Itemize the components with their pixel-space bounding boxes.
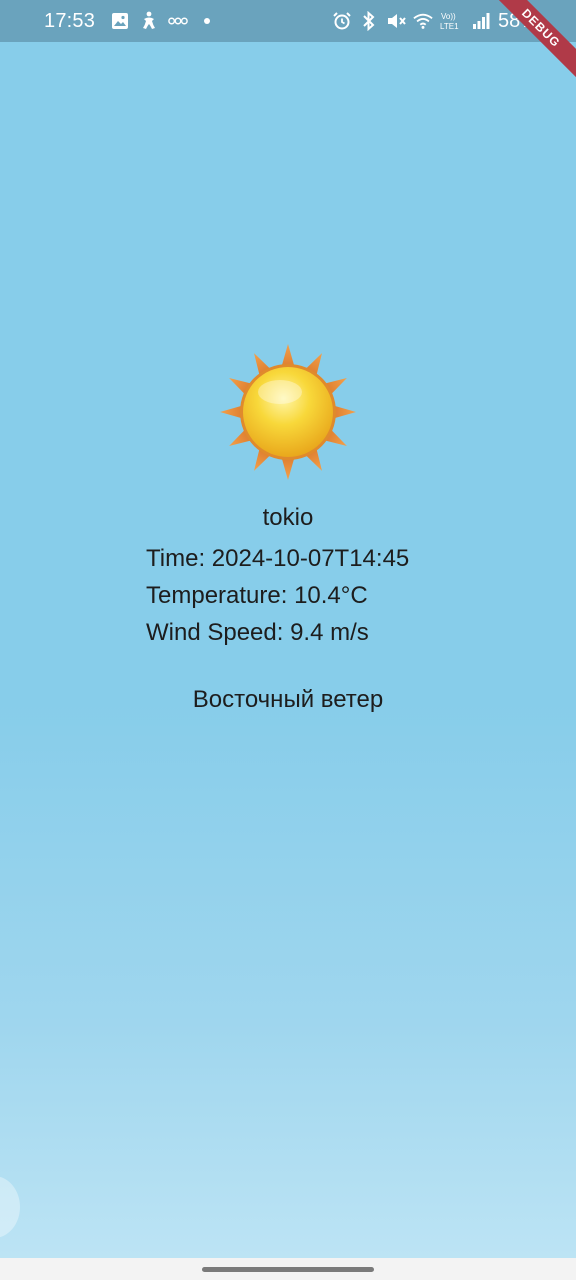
city-name: tokio <box>262 504 314 531</box>
mute-icon <box>386 11 406 31</box>
bluetooth-icon <box>359 11 379 31</box>
accessibility-icon <box>139 11 159 31</box>
status-bar: 17:53 Vo)) LTE1 58% <box>0 0 576 42</box>
sun-icon <box>218 342 358 482</box>
status-time: 17:53 <box>44 9 96 32</box>
app-screen: 17:53 Vo)) LTE1 58% DEBUG tokio Time: 20… <box>0 0 576 1280</box>
svg-text:LTE1: LTE1 <box>440 22 459 31</box>
wifi-icon <box>413 11 433 31</box>
status-right: Vo)) LTE1 58% <box>332 0 538 42</box>
battery-percentage: 58% <box>497 9 538 32</box>
time-line: Time: 2024-10-07T14:45 <box>146 545 410 572</box>
image-icon <box>110 11 130 31</box>
floating-edge-button[interactable] <box>0 1176 20 1238</box>
wind-speed-line: Wind Speed: 9.4 m/s <box>146 619 369 646</box>
volte-icon: Vo)) LTE1 <box>440 11 464 31</box>
svg-text:Vo)): Vo)) <box>441 12 456 21</box>
alarm-icon <box>332 11 352 31</box>
temperature-line: Temperature: 10.4°C <box>146 582 368 609</box>
signal-icon <box>471 11 491 31</box>
voicemail-icon <box>168 11 188 31</box>
navigation-bar <box>0 1258 576 1280</box>
dot-icon <box>197 11 217 31</box>
status-left: 17:53 <box>44 10 217 33</box>
wind-direction: Восточный ветер <box>192 686 384 713</box>
weather-details: Time: 2024-10-07T14:45 Temperature: 10.4… <box>146 540 409 651</box>
home-indicator[interactable] <box>202 1266 374 1272</box>
